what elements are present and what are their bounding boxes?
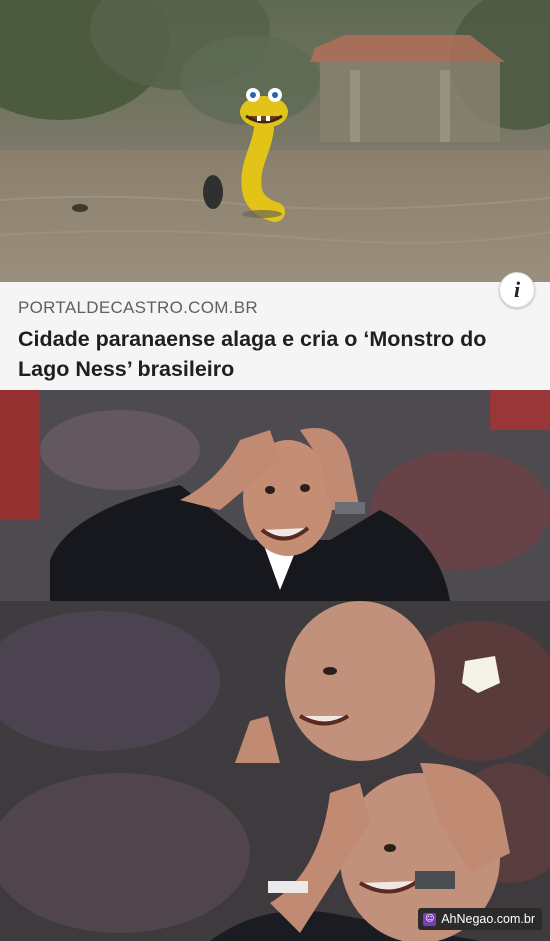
info-icon[interactable]: i — [499, 272, 535, 308]
news-headline[interactable]: Cidade paranaense alaga e cria o ‘Monstr… — [18, 324, 528, 384]
flood-scene-illustration — [0, 0, 550, 282]
reaction-image-2 — [0, 601, 550, 763]
reaction-illustration-1 — [0, 390, 550, 601]
news-photo[interactable] — [0, 0, 550, 282]
watermark[interactable]: ☺ AhNegao.com.br — [418, 908, 542, 930]
news-caption[interactable]: PORTALDECASTRO.COM.BR Cidade paranaense … — [0, 282, 550, 390]
watermark-text: AhNegao.com.br — [441, 912, 535, 926]
news-source: PORTALDECASTRO.COM.BR — [18, 298, 258, 317]
smiley-icon: ☺ — [423, 912, 437, 926]
reaction-illustration-2 — [0, 601, 550, 763]
reaction-image-1 — [0, 390, 550, 601]
